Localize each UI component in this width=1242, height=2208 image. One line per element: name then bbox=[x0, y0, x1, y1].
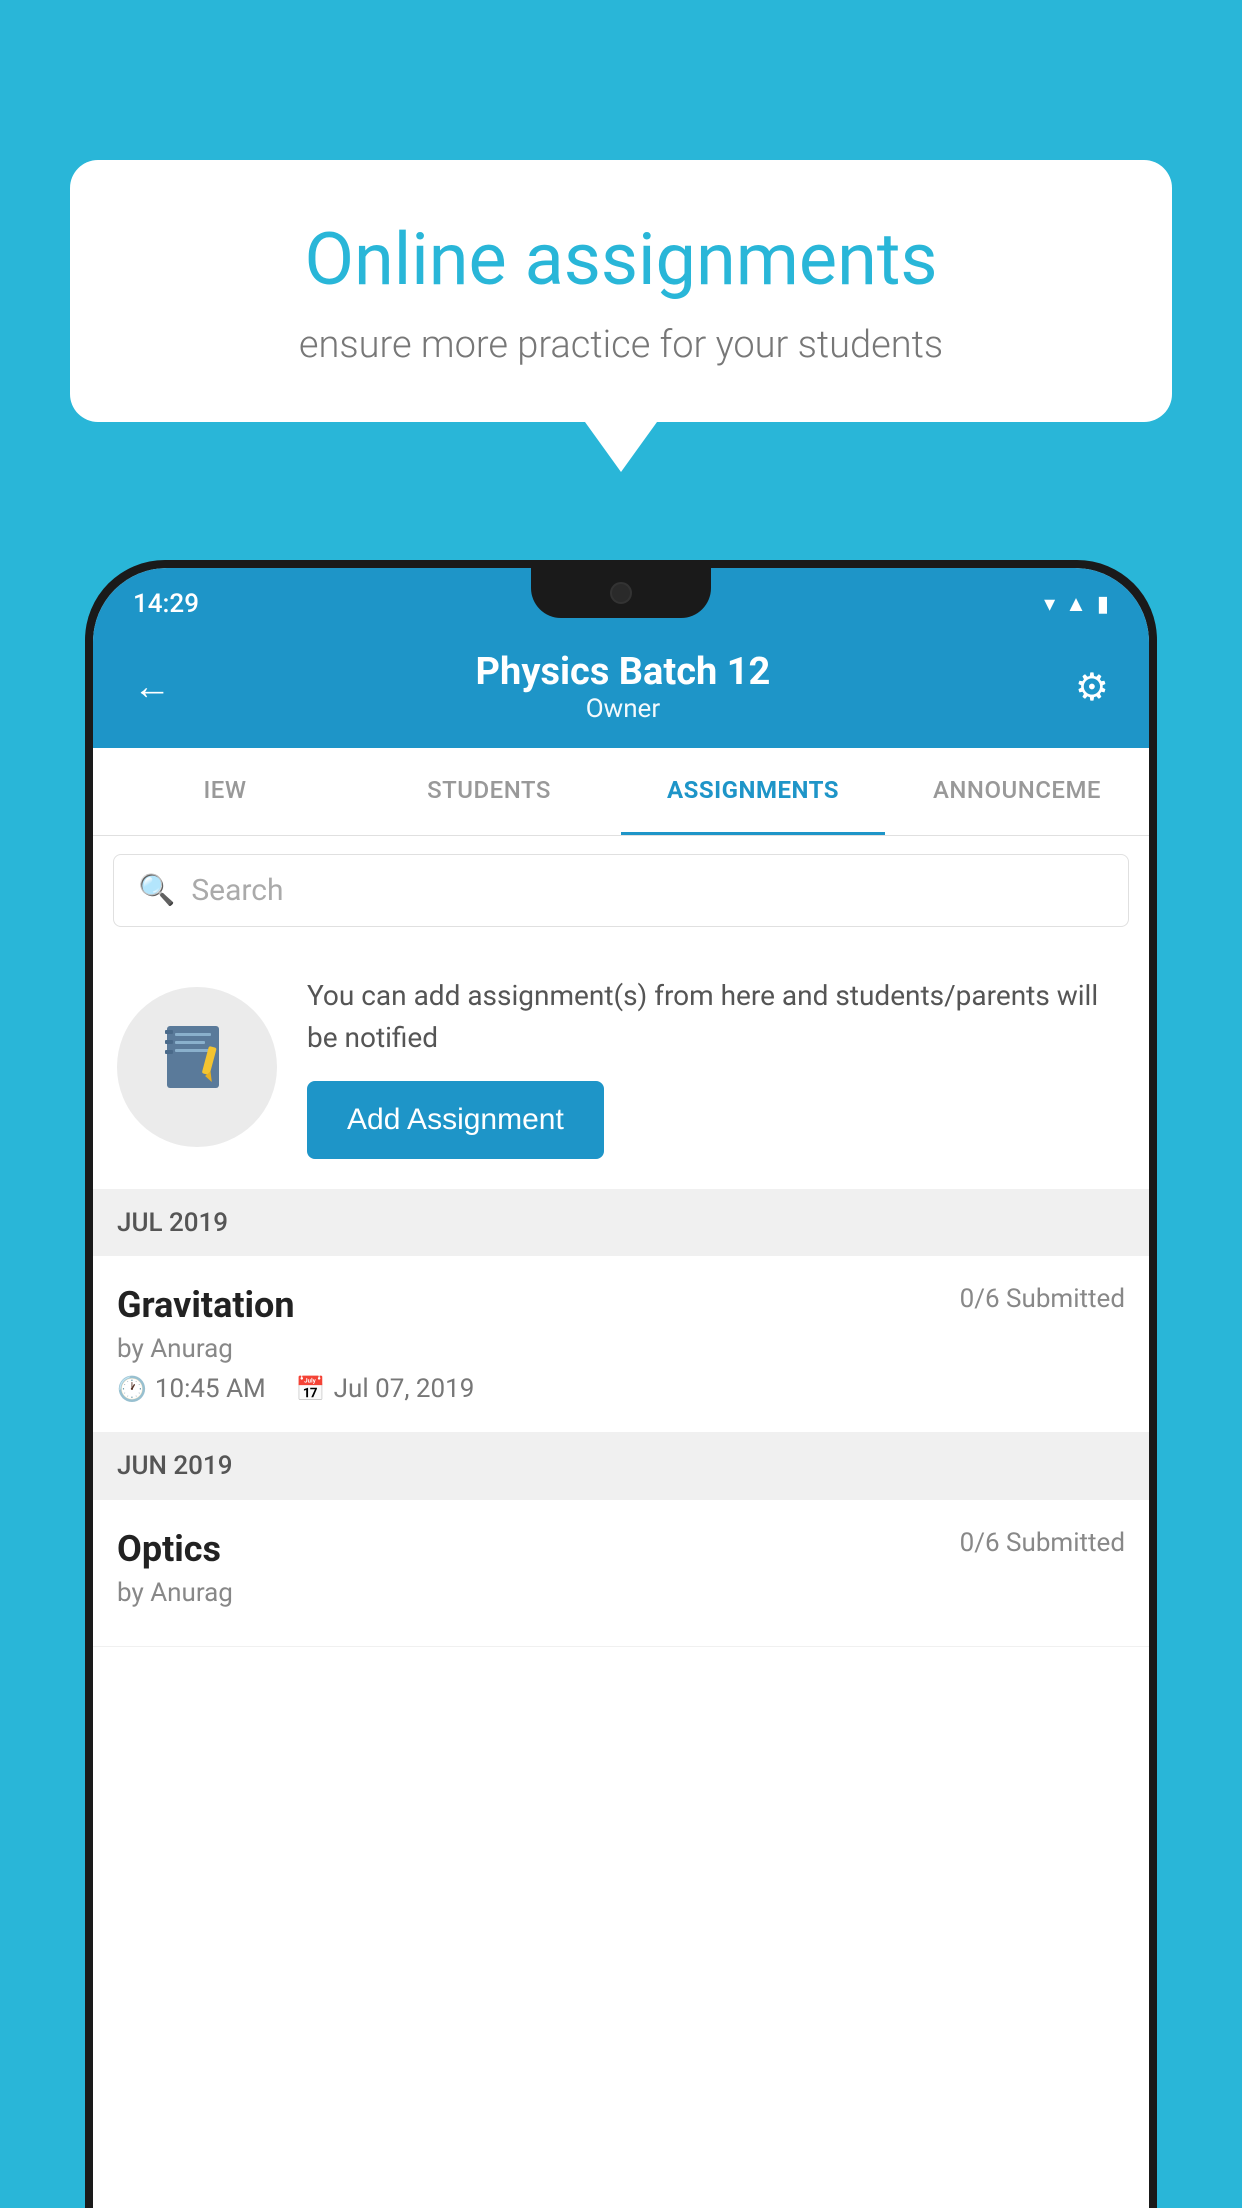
date-detail: 📅 Jul 07, 2019 bbox=[296, 1374, 475, 1404]
assignment-title-optics: Optics bbox=[117, 1528, 221, 1570]
add-assignment-button[interactable]: Add Assignment bbox=[307, 1081, 604, 1159]
optics-top-row: Optics 0/6 Submitted bbox=[117, 1528, 1125, 1570]
phone-notch bbox=[531, 568, 711, 618]
back-button[interactable]: ← bbox=[133, 665, 171, 709]
search-bar[interactable]: 🔍 Search bbox=[113, 854, 1129, 927]
wifi-icon: ▾ bbox=[1044, 592, 1055, 617]
speech-bubble: Online assignments ensure more practice … bbox=[70, 160, 1172, 422]
tab-overview[interactable]: IEW bbox=[93, 748, 357, 835]
status-time: 14:29 bbox=[133, 589, 199, 619]
clock-icon: 🕐 bbox=[117, 1375, 147, 1403]
assignment-item-gravitation[interactable]: Gravitation 0/6 Submitted by Anurag 🕐 10… bbox=[93, 1256, 1149, 1433]
phone-inner: 14:29 ▾ ▲ ▮ ← Physics Batch 12 Owner ⚙ I… bbox=[93, 568, 1149, 2208]
assignment-item-optics[interactable]: Optics 0/6 Submitted by Anurag bbox=[93, 1499, 1149, 1647]
promo-icon-circle bbox=[117, 987, 277, 1147]
camera bbox=[610, 582, 632, 604]
assignment-date: Jul 07, 2019 bbox=[334, 1374, 475, 1404]
calendar-icon: 📅 bbox=[296, 1375, 326, 1403]
phone-screen: 14:29 ▾ ▲ ▮ ← Physics Batch 12 Owner ⚙ I… bbox=[93, 568, 1149, 2208]
speech-bubble-title: Online assignments bbox=[140, 220, 1102, 299]
time-detail: 🕐 10:45 AM bbox=[117, 1374, 266, 1404]
signal-icon: ▲ bbox=[1065, 591, 1087, 617]
promo-description: You can add assignment(s) from here and … bbox=[307, 975, 1125, 1059]
assignment-top-row: Gravitation 0/6 Submitted bbox=[117, 1284, 1125, 1326]
app-header: ← Physics Batch 12 Owner ⚙ bbox=[93, 630, 1149, 748]
header-title: Physics Batch 12 bbox=[476, 650, 771, 694]
battery-icon: ▮ bbox=[1097, 592, 1109, 617]
section-header-jun: JUN 2019 bbox=[93, 1433, 1149, 1499]
search-icon: 🔍 bbox=[138, 873, 175, 908]
settings-icon[interactable]: ⚙ bbox=[1075, 665, 1109, 710]
speech-bubble-arrow bbox=[585, 422, 657, 472]
notebook-icon bbox=[157, 1018, 237, 1116]
status-icons: ▾ ▲ ▮ bbox=[1044, 591, 1109, 617]
assignment-author-gravitation: by Anurag bbox=[117, 1334, 1125, 1364]
assignment-title-gravitation: Gravitation bbox=[117, 1284, 295, 1326]
speech-bubble-subtitle: ensure more practice for your students bbox=[140, 323, 1102, 367]
search-input-placeholder[interactable]: Search bbox=[191, 873, 283, 908]
search-container: 🔍 Search bbox=[93, 836, 1149, 945]
section-header-jul: JUL 2019 bbox=[93, 1190, 1149, 1256]
promo-content: You can add assignment(s) from here and … bbox=[307, 975, 1125, 1159]
assignment-time: 10:45 AM bbox=[155, 1374, 266, 1404]
assignment-details-gravitation: 🕐 10:45 AM 📅 Jul 07, 2019 bbox=[117, 1374, 1125, 1404]
speech-bubble-container: Online assignments ensure more practice … bbox=[70, 160, 1172, 472]
phone-frame: 14:29 ▾ ▲ ▮ ← Physics Batch 12 Owner ⚙ I… bbox=[85, 560, 1157, 2208]
header-subtitle: Owner bbox=[476, 694, 771, 724]
header-title-group: Physics Batch 12 Owner bbox=[476, 650, 771, 724]
tabs-bar: IEW STUDENTS ASSIGNMENTS ANNOUNCEME bbox=[93, 748, 1149, 836]
assignment-submitted-gravitation: 0/6 Submitted bbox=[960, 1284, 1125, 1314]
assignment-submitted-optics: 0/6 Submitted bbox=[960, 1528, 1125, 1558]
tab-students[interactable]: STUDENTS bbox=[357, 748, 621, 835]
assignment-author-optics: by Anurag bbox=[117, 1578, 1125, 1608]
add-assignment-promo: You can add assignment(s) from here and … bbox=[93, 945, 1149, 1190]
tab-announcements[interactable]: ANNOUNCEME bbox=[885, 748, 1149, 835]
tab-assignments[interactable]: ASSIGNMENTS bbox=[621, 748, 885, 835]
